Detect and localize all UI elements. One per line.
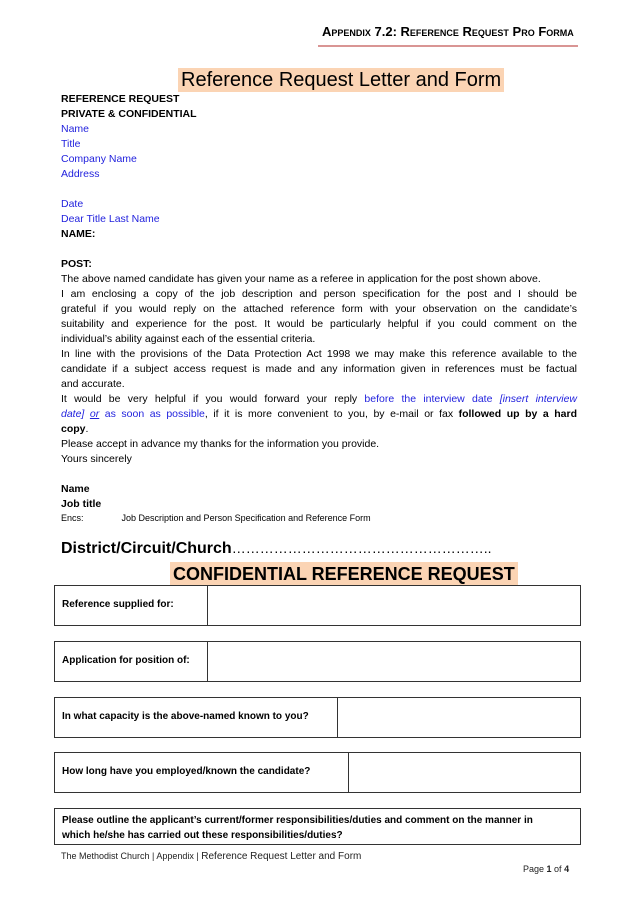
interview-date-text: before the interview date xyxy=(364,393,500,405)
private-confidential-heading: PRIVATE & CONFIDENTIAL xyxy=(61,108,197,120)
application-position-input[interactable] xyxy=(209,642,580,681)
capacity-known-label: In what capacity is the above-named know… xyxy=(62,711,309,722)
paragraph-line: individual’s ability against each of the… xyxy=(61,333,316,345)
paragraph-data-protection: In line with the provisions of the Data … xyxy=(61,347,577,392)
district-circuit-church-field[interactable]: District/Circuit/Church……………………………………………… xyxy=(61,540,491,558)
question-line: which he/she has carried out these respo… xyxy=(62,830,343,841)
paragraph-line: It would be very helpful if you would fo… xyxy=(61,392,577,407)
enclosures-line: Encs: Job Description and Person Specific… xyxy=(61,512,371,525)
paragraph-line: suitability and experience for the post.… xyxy=(61,318,577,330)
responsibilities-question: Please outline the applicant’s current/f… xyxy=(62,813,533,843)
question-line: Please outline the applicant’s current/f… xyxy=(62,815,533,826)
signatory-name: Name xyxy=(61,483,90,495)
or-text: or xyxy=(89,408,100,420)
cell-divider xyxy=(207,586,208,625)
hard-copy-text-end: copy xyxy=(61,423,86,435)
footer-doc-title: Reference Request Letter and Form xyxy=(201,851,362,862)
paragraph-line: candidate if a subject access request is… xyxy=(61,363,577,375)
page-total: 4 xyxy=(564,864,570,874)
page-number: Page 1 of 4 xyxy=(523,864,569,874)
footer-text: The Methodist Church | Appendix | Refere… xyxy=(61,851,361,862)
district-fill-dots: ……………………………………………….. xyxy=(231,540,492,556)
paragraph-line: grateful if you would reply on the attac… xyxy=(61,303,577,315)
appendix-header: Appendix 7.2: Reference Request Pro Form… xyxy=(322,24,574,39)
page-prefix: Page xyxy=(523,864,547,874)
text-run: It would be very helpful if you would fo… xyxy=(61,393,365,405)
cell-divider xyxy=(207,642,208,681)
enclosures-label: Encs: xyxy=(61,513,84,523)
paragraph-enclosure: I am enclosing a copy of the job descrip… xyxy=(61,287,577,347)
paragraph-line: and accurate. xyxy=(61,378,125,390)
page-of: of xyxy=(551,864,565,874)
cell-divider xyxy=(348,753,349,792)
application-position-row: Application for position of: xyxy=(54,641,581,682)
insert-interview-date-placeholder[interactable]: [insert interview xyxy=(500,393,577,405)
responsibilities-outline-box[interactable]: Please outline the applicant’s current/f… xyxy=(54,808,581,845)
recipient-name-field[interactable]: Name xyxy=(61,122,89,137)
duration-known-input[interactable] xyxy=(350,753,580,792)
duration-known-label: How long have you employed/known the can… xyxy=(62,766,311,777)
reference-request-heading: REFERENCE REQUEST xyxy=(61,93,180,105)
district-label: District/Circuit/Church xyxy=(61,540,232,557)
application-position-label: Application for position of: xyxy=(62,655,190,666)
enclosures-text: Job Description and Person Specification… xyxy=(121,513,371,523)
reference-supplied-for-row: Reference supplied for: xyxy=(54,585,581,626)
footer-org: The Methodist Church | Appendix | xyxy=(61,851,202,861)
post-label: POST: xyxy=(61,258,92,270)
hard-copy-text: followed up by a hard xyxy=(458,408,577,420)
closing-text: Yours sincerely xyxy=(61,453,132,465)
capacity-known-input[interactable] xyxy=(339,698,580,737)
cell-divider xyxy=(337,698,338,737)
asap-text: as soon as possible xyxy=(104,408,205,420)
reference-supplied-for-input[interactable] xyxy=(209,586,580,625)
paragraph-line: In line with the provisions of the Data … xyxy=(61,348,577,360)
candidate-name-label: NAME: xyxy=(61,228,96,240)
document-title: Reference Request Letter and Form xyxy=(178,68,505,92)
capacity-known-row: In what capacity is the above-named know… xyxy=(54,697,581,738)
duration-known-row: How long have you employed/known the can… xyxy=(54,752,581,793)
paragraph-forward-reply: It would be very helpful if you would fo… xyxy=(61,392,577,437)
paragraph-line: date] or as soon as possible, if it is m… xyxy=(61,407,577,422)
recipient-title-field[interactable]: Title xyxy=(61,137,80,152)
salutation-field[interactable]: Dear Title Last Name xyxy=(61,212,160,227)
paragraph-line: copy. xyxy=(61,422,577,437)
insert-interview-date-placeholder-end[interactable]: date] xyxy=(61,408,84,420)
date-field[interactable]: Date xyxy=(61,197,83,212)
reference-supplied-for-label: Reference supplied for: xyxy=(62,599,174,610)
signatory-job-title: Job title xyxy=(61,498,102,510)
paragraph-candidate-named: The above named candidate has given your… xyxy=(61,273,541,285)
text-run: . xyxy=(85,423,89,435)
header-rule xyxy=(318,45,578,47)
recipient-address-field[interactable]: Address xyxy=(61,167,100,182)
paragraph-line: I am enclosing a copy of the job descrip… xyxy=(61,288,577,300)
confidential-reference-title: CONFIDENTIAL REFERENCE REQUEST xyxy=(170,562,518,586)
recipient-company-field[interactable]: Company Name xyxy=(61,152,137,167)
text-run: , if it is more convenient to you, by e-… xyxy=(204,408,459,420)
paragraph-thanks: Please accept in advance my thanks for t… xyxy=(61,438,380,450)
